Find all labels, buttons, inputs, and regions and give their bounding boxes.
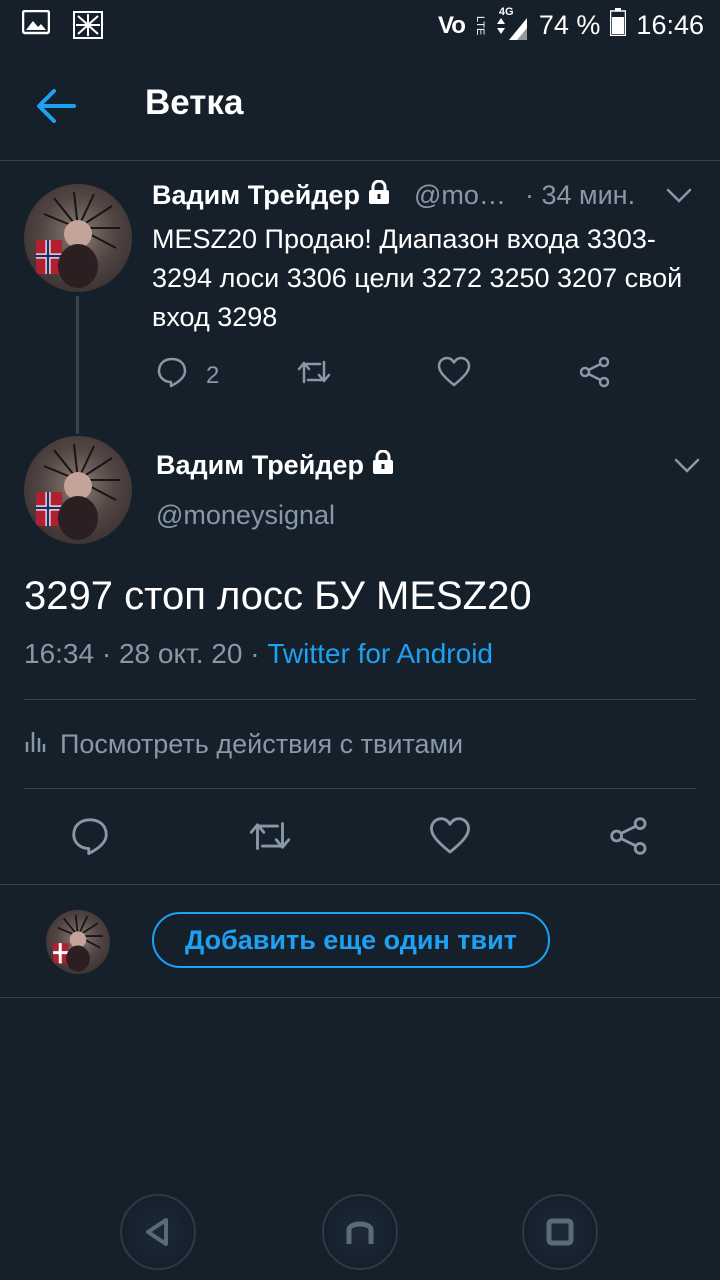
thread-connector — [76, 296, 79, 434]
tweet-time: · 34 мин. — [525, 180, 636, 210]
system-nav-bar — [0, 1180, 720, 1280]
divider — [0, 997, 720, 998]
retweet-icon — [296, 356, 332, 395]
status-bar: Vo LTE 4G 74 % 16:46 — [0, 0, 720, 50]
share-icon — [608, 816, 650, 863]
lock-icon — [372, 449, 394, 481]
author-name: Вадим Трейдер — [152, 180, 360, 210]
divider — [24, 788, 696, 789]
tweet-datetime: 16:34 · 28 окт. 20 · — [24, 638, 260, 669]
notification-icon — [72, 10, 104, 45]
reply-button[interactable]: 2 — [156, 356, 219, 395]
like-button[interactable] — [429, 816, 471, 863]
activity-label: Посмотреть действия с твитами — [60, 729, 464, 759]
share-button[interactable] — [578, 356, 612, 395]
tweet-source-link[interactable]: Twitter for Android — [267, 638, 493, 669]
app-bar: Ветка — [0, 50, 720, 161]
add-tweet-button[interactable]: Добавить еще один твит — [152, 912, 550, 968]
reply-button[interactable] — [70, 816, 110, 863]
stats-icon — [24, 728, 46, 761]
retweet-icon — [247, 816, 293, 863]
tweet-author-name[interactable]: Вадим Трейдер — [156, 449, 394, 481]
tweet-meta: 16:34 · 28 окт. 20 · Twitter for Android — [24, 638, 493, 670]
avatar[interactable] — [24, 184, 132, 292]
nav-home-icon[interactable] — [322, 1194, 398, 1270]
nav-back-icon[interactable] — [120, 1194, 196, 1270]
view-activity-link[interactable]: Посмотреть действия с твитами — [24, 728, 463, 761]
retweet-button[interactable] — [296, 356, 332, 395]
like-button[interactable] — [437, 356, 471, 395]
back-arrow-icon[interactable] — [34, 86, 78, 126]
tweet-author-name[interactable]: Вадим Трейдер — [152, 179, 390, 211]
tweet-text: 3297 стоп лосс БУ MESZ20 — [24, 574, 532, 618]
chevron-down-icon[interactable] — [674, 458, 700, 479]
clock: 16:46 — [636, 10, 704, 40]
share-icon — [578, 356, 612, 395]
lock-icon — [368, 179, 390, 211]
battery-percent: 74 % — [538, 10, 601, 40]
tweet-text: MESZ20 Продаю! Диапазон входа 3303-3294 … — [152, 224, 683, 332]
author-name: Вадим Трейдер — [156, 450, 364, 480]
reply-count: 2 — [206, 361, 220, 389]
tweet-handle: @mo… — [414, 180, 506, 210]
chevron-down-icon[interactable] — [666, 188, 692, 209]
gallery-icon — [21, 9, 51, 45]
volte-indicator: Vo — [437, 11, 466, 39]
battery-icon — [610, 8, 627, 43]
nav-recents-icon[interactable] — [522, 1194, 598, 1270]
signal-icon: 4G — [495, 6, 529, 40]
avatar[interactable] — [24, 436, 132, 544]
share-button[interactable] — [608, 816, 650, 863]
lte-label: LTE — [473, 15, 486, 36]
divider — [0, 884, 720, 885]
divider — [24, 699, 696, 700]
avatar[interactable] — [46, 910, 110, 974]
like-icon — [437, 356, 471, 395]
reply-icon — [156, 356, 188, 395]
reply-icon — [70, 816, 110, 863]
tweet-handle: @moneysignal — [156, 500, 335, 530]
page-title: Ветка — [145, 83, 244, 122]
retweet-button[interactable] — [247, 816, 293, 863]
network-type: 4G — [498, 5, 514, 18]
like-icon — [429, 816, 471, 863]
